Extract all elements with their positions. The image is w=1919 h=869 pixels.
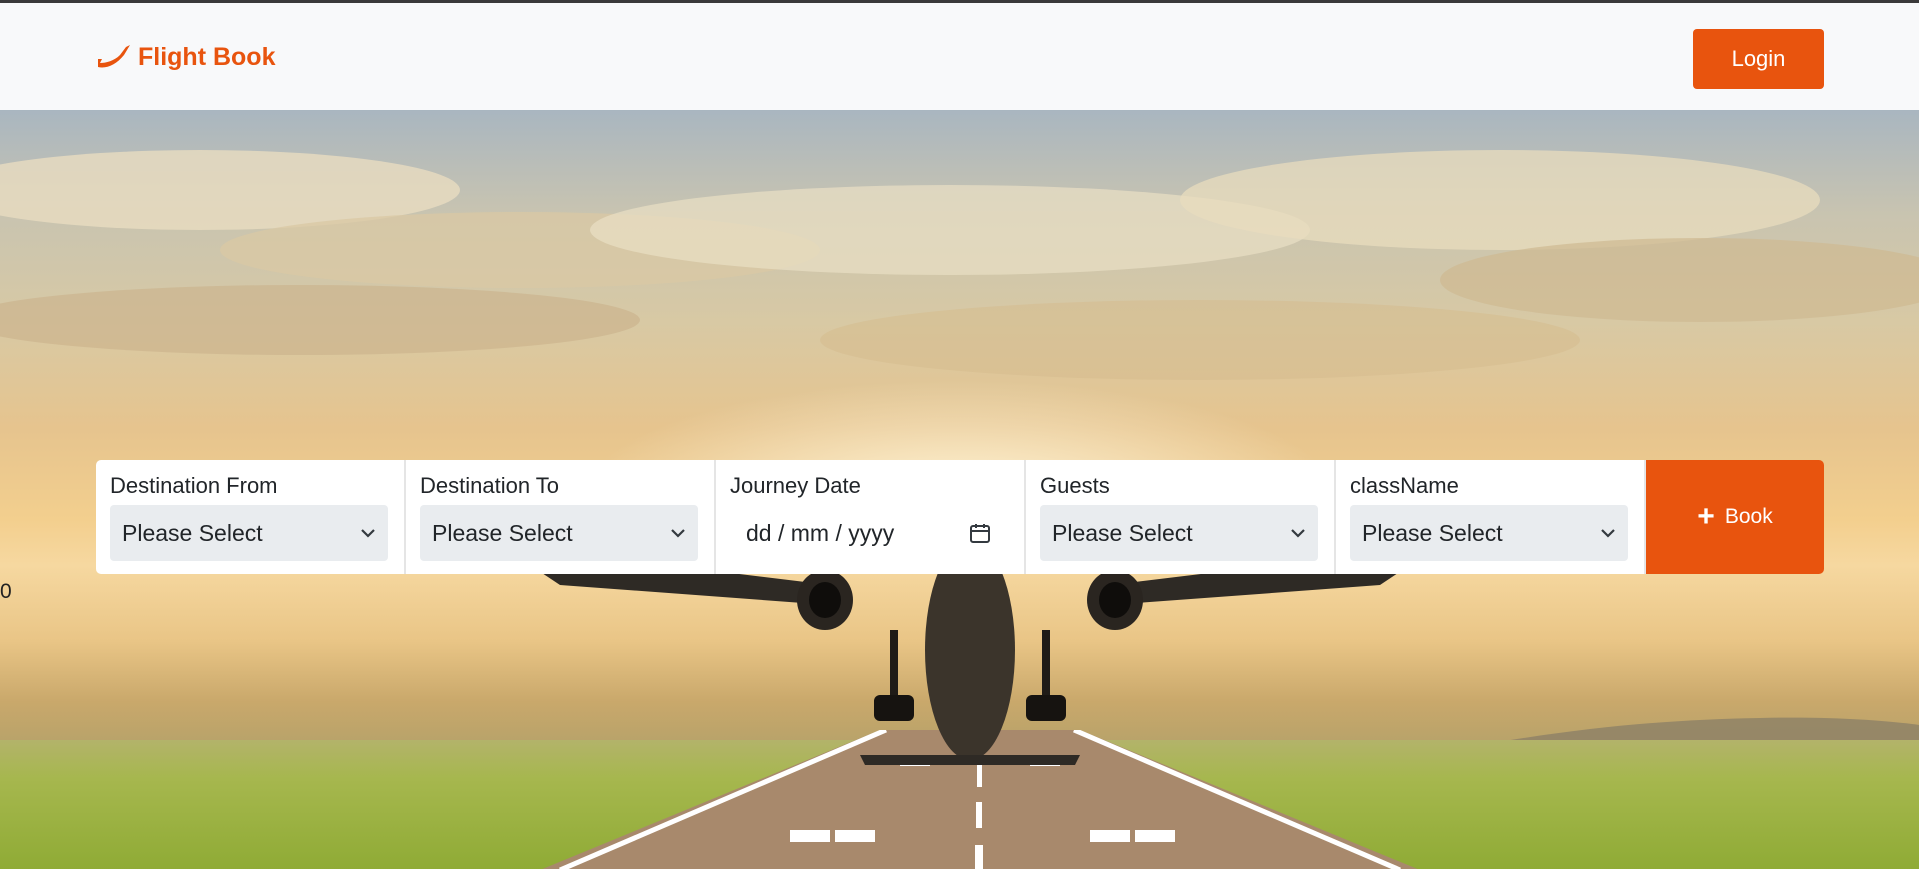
brand-name: Flight Book — [138, 42, 276, 71]
book-button[interactable]: + Book — [1646, 460, 1824, 574]
book-label: Book — [1724, 505, 1773, 528]
journey-date-input[interactable]: dd / mm / yyyy — [730, 505, 1008, 561]
guests-label: Guests — [1040, 473, 1110, 498]
brand-link[interactable]: Flight Book — [96, 41, 275, 73]
login-button[interactable]: Login — [1693, 29, 1824, 89]
class-select[interactable]: Please Select — [1350, 505, 1628, 561]
destination-from-field: Destination From Please Select — [96, 460, 406, 574]
flight-search-form: Destination From Please Select Destinati… — [96, 460, 1824, 574]
destination-from-label: Destination From — [110, 473, 278, 498]
destination-to-value: Please Select — [432, 519, 573, 546]
destination-to-select[interactable]: Please Select — [420, 505, 698, 561]
journey-date-field: Journey Date dd / mm / yyyy — [716, 460, 1026, 574]
class-value: Please Select — [1362, 519, 1503, 546]
chevron-down-icon — [1291, 529, 1305, 538]
destination-from-select[interactable]: Please Select — [110, 505, 388, 561]
chevron-down-icon — [671, 529, 685, 538]
destination-to-field: Destination To Please Select — [406, 460, 716, 574]
class-label: className — [1350, 473, 1459, 498]
chevron-down-icon — [1601, 529, 1615, 538]
class-field: className Please Select — [1336, 460, 1646, 574]
calendar-icon[interactable] — [968, 521, 992, 545]
chevron-down-icon — [361, 529, 375, 538]
plane-logo-icon — [98, 45, 130, 68]
destination-from-value: Please Select — [122, 519, 263, 546]
hero-section: 0 Destination From Please Select Destina… — [0, 110, 1919, 869]
guests-field: Guests Please Select — [1026, 460, 1336, 574]
guests-value: Please Select — [1052, 519, 1193, 546]
plus-icon: + — [1697, 500, 1715, 533]
journey-date-label: Journey Date — [730, 473, 861, 498]
journey-date-placeholder: dd / mm / yyyy — [746, 519, 895, 546]
guests-select[interactable]: Please Select — [1040, 505, 1318, 561]
navbar: Flight Book Login — [0, 0, 1919, 110]
stray-text: 0 — [0, 580, 12, 603]
destination-to-label: Destination To — [420, 473, 560, 498]
